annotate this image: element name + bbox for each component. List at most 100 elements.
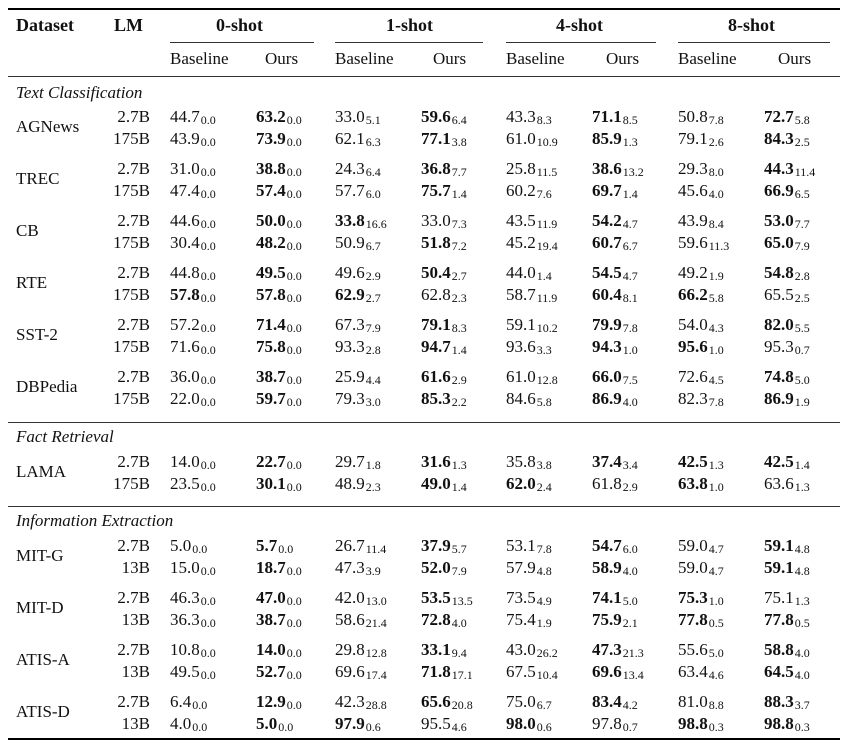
- cell-std: 8.4: [708, 217, 724, 231]
- cell-std: 1.0: [708, 594, 724, 608]
- cell-std: 0.0: [286, 615, 302, 630]
- cell-mean: 66.2: [678, 284, 708, 304]
- cell-std: 5.0: [708, 646, 724, 660]
- table-cell: 6.40.0: [170, 692, 207, 712]
- table-cell: 65.620.8: [421, 692, 473, 712]
- table-cell: 58.711.9: [506, 285, 557, 305]
- table-cell: 75.80.0: [256, 337, 302, 357]
- cell-mean: 62.1: [335, 128, 365, 148]
- cell-std: 2.9: [622, 479, 638, 494]
- cell-mean: 23.5: [170, 473, 200, 493]
- table-cell: 22.70.0: [256, 452, 302, 472]
- cell-std: 4.4: [365, 373, 381, 387]
- cell-std: 7.3: [451, 217, 467, 231]
- cell-mean: 61.6: [421, 367, 451, 386]
- cell-mean: 72.8: [421, 609, 451, 629]
- cell-std: 0.5: [794, 615, 810, 630]
- table-cell: 5.00.0: [256, 714, 293, 734]
- cell-std: 7.8: [536, 542, 552, 556]
- cell-mean: 67.3: [335, 315, 365, 334]
- table-cell: 29.812.8: [335, 640, 387, 660]
- cell-std: 0.0: [192, 719, 208, 734]
- cell-mean: 60.7: [592, 232, 622, 252]
- lm-size: 13B: [121, 661, 150, 681]
- cell-mean: 97.8: [592, 713, 622, 733]
- dataset-name: MIT-D: [16, 597, 64, 617]
- cell-std: 1.4: [451, 342, 467, 357]
- cell-mean: 37.4: [592, 452, 622, 471]
- table-cell: 69.613.4: [592, 662, 644, 682]
- cell-std: 7.8: [708, 113, 724, 127]
- cell-std: 17.1: [451, 667, 473, 682]
- cell-std: 28.8: [365, 698, 387, 712]
- table-cell: 33.816.6: [335, 211, 387, 231]
- header-4-shot: 4-shot: [556, 15, 604, 35]
- cell-std: 0.0: [200, 134, 216, 149]
- cell-mean: 44.6: [170, 211, 200, 230]
- table-cell: 79.18.3: [421, 315, 467, 335]
- table-cell: 36.00.0: [170, 367, 216, 387]
- dataset-name: AGNews: [16, 116, 80, 136]
- cell-mean: 36.0: [170, 367, 200, 386]
- cell-std: 0.0: [286, 458, 302, 472]
- cell-std: 13.0: [365, 594, 387, 608]
- cell-mean: 69.6: [335, 661, 365, 681]
- cell-std: 1.3: [708, 458, 724, 472]
- table-cell: 43.026.2: [506, 640, 558, 660]
- cell-mean: 59.1: [764, 536, 794, 555]
- table-cell: 50.00.0: [256, 211, 302, 231]
- table-cell: 35.83.8: [506, 452, 552, 472]
- cell-mean: 58.8: [764, 640, 794, 659]
- table-cell: 44.311.4: [764, 159, 815, 179]
- table-cell: 67.510.4: [506, 662, 558, 682]
- cell-std: 17.4: [365, 667, 387, 682]
- cell-std: 2.6: [708, 134, 724, 149]
- cell-std: 0.0: [200, 217, 216, 231]
- cell-std: 1.4: [794, 458, 810, 472]
- cell-mean: 77.1: [421, 128, 451, 148]
- table-cell: 66.07.5: [592, 367, 638, 387]
- cell-mean: 52.0: [421, 557, 451, 577]
- table-cell: 86.94.0: [592, 389, 638, 409]
- cell-mean: 38.8: [256, 159, 286, 178]
- cell-mean: 49.6: [335, 263, 365, 282]
- table-cell: 93.32.8: [335, 337, 381, 357]
- lm-size: 2.7B: [117, 692, 150, 711]
- cell-std: 2.9: [451, 373, 467, 387]
- table-cell: 58.94.0: [592, 558, 638, 578]
- cell-std: 5.0: [622, 594, 638, 608]
- header-rule: [8, 76, 840, 77]
- dataset-name: RTE: [16, 272, 48, 292]
- cell-std: 8.1: [622, 290, 638, 305]
- cell-mean: 69.6: [592, 661, 622, 681]
- table-cell: 29.38.0: [678, 159, 724, 179]
- cell-mean: 31.0: [170, 159, 200, 178]
- table-cell: 58.84.0: [764, 640, 810, 660]
- cell-std: 6.0: [622, 542, 638, 556]
- cell-std: 6.7: [622, 238, 638, 253]
- table-cell: 82.05.5: [764, 315, 810, 335]
- cell-mean: 33.1: [421, 640, 451, 659]
- cell-mean: 95.5: [421, 713, 451, 733]
- table-cell: 61.62.9: [421, 367, 467, 387]
- cell-mean: 25.9: [335, 367, 365, 386]
- table-cell: 44.80.0: [170, 263, 216, 283]
- table-cell: 45.219.4: [506, 233, 558, 253]
- table-cell: 73.54.9: [506, 588, 552, 608]
- cell-mean: 45.2: [506, 232, 536, 252]
- table-cell: 74.15.0: [592, 588, 638, 608]
- table-cell: 62.92.7: [335, 285, 381, 305]
- subheader-baseline-4: Baseline: [506, 49, 565, 68]
- cell-std: 8.5: [622, 113, 638, 127]
- cell-std: 1.3: [451, 458, 467, 472]
- subheader-ours-8: Ours: [778, 49, 812, 68]
- cell-std: 7.8: [708, 394, 724, 409]
- cell-std: 0.0: [286, 238, 302, 253]
- cell-mean: 52.7: [256, 661, 286, 681]
- table-cell: 60.76.7: [592, 233, 638, 253]
- table-cell: 61.82.9: [592, 474, 638, 494]
- cell-std: 1.3: [794, 479, 810, 494]
- cell-std: 4.7: [622, 217, 638, 231]
- cell-mean: 67.5: [506, 661, 536, 681]
- cell-std: 10.4: [536, 667, 558, 682]
